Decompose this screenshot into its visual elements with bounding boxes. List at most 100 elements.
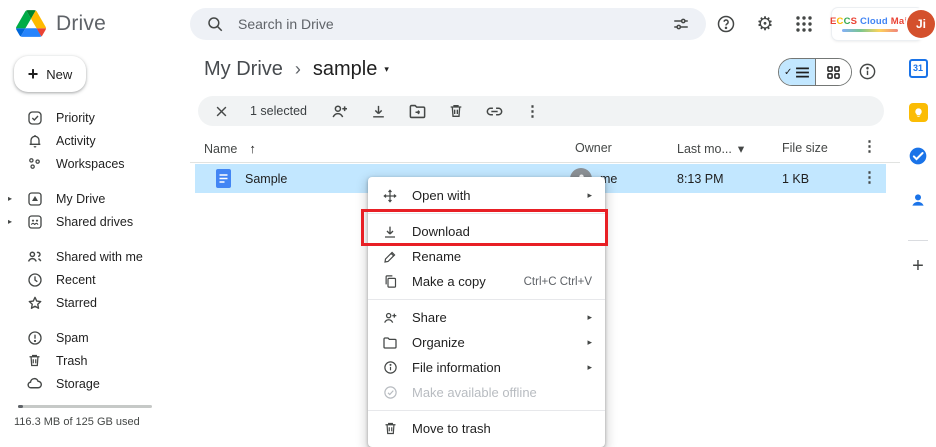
storage-progress-bar [18,405,152,408]
menu-item-move-to-trash[interactable]: Move to trash [368,416,605,441]
tasks-icon[interactable] [908,146,928,166]
move-to-folder-icon[interactable] [408,102,427,121]
expand-caret-icon[interactable]: ▸ [8,194,12,203]
more-actions-icon[interactable]: ⋮ [525,104,540,119]
menu-item-file-information[interactable]: File information ▸ [368,355,605,380]
share-person-add-icon[interactable] [330,102,349,121]
sidebar-item-recent[interactable]: Recent [0,268,190,291]
google-docs-file-icon [216,169,231,188]
settings-gear-icon[interactable]: ⚙ [754,13,776,35]
menu-item-make-available-offline: Make available offline [368,380,605,405]
my-drive-icon [26,191,43,207]
details-info-icon[interactable] [858,62,877,81]
view-toggle: ✓ [778,58,852,86]
menu-item-rename[interactable]: Rename [368,244,605,269]
menu-item-organize[interactable]: Organize ▸ [368,330,605,355]
sort-ascending-icon[interactable]: ↑ [249,141,256,156]
rail-divider [908,240,928,241]
file-name: Sample [245,172,287,186]
offline-check-icon [381,385,399,400]
get-add-ons-button[interactable]: + [912,255,924,278]
trash-icon [26,353,43,368]
submenu-arrow-icon: ▸ [587,190,592,201]
sidebar-item-storage[interactable]: Storage [0,372,190,395]
new-button[interactable]: + New [14,56,86,92]
sidebar-item-shared-drives[interactable]: ▸ Shared drives [0,210,190,233]
trash-icon[interactable] [448,103,464,119]
sidebar-item-shared-with-me[interactable]: Shared with me [0,245,190,268]
menu-divider [368,213,605,214]
last-modified-value: 8:13 PM [677,172,724,186]
app-title: Drive [56,12,106,36]
badge-tagline [842,29,898,32]
caret-down-icon: ▾ [738,141,744,156]
breadcrumb-chevron-icon: › [293,59,303,80]
account-avatar[interactable]: Ji [907,10,935,38]
share-person-add-icon [381,310,399,326]
column-header-name[interactable]: Name ↑ [204,141,256,156]
column-header-owner[interactable]: Owner [575,141,612,155]
menu-item-download[interactable]: Download [368,219,605,244]
calendar-icon[interactable]: 31 [908,58,928,78]
contacts-icon[interactable] [908,190,928,210]
menu-item-share[interactable]: Share ▸ [368,305,605,330]
side-panel-rail: 31 + [900,48,936,442]
selected-count-label: 1 selected [250,104,307,118]
column-header-file-size[interactable]: File size [782,141,828,155]
expand-caret-icon[interactable]: ▸ [8,217,12,226]
folder-icon [381,335,399,351]
file-size-value: 1 KB [782,172,809,186]
menu-item-make-a-copy[interactable]: Make a copy Ctrl+C Ctrl+V [368,269,605,294]
keep-icon[interactable] [908,102,928,122]
open-with-icon [381,188,399,204]
search-options-icon[interactable] [670,13,692,35]
column-settings-icon[interactable]: ⋮ [862,139,877,154]
sidebar-item-my-drive[interactable]: ▸ My Drive [0,187,190,210]
clear-selection-icon[interactable] [214,104,229,119]
download-icon[interactable] [370,103,387,120]
sidebar-item-workspaces[interactable]: Workspaces [0,152,190,175]
sidebar-item-activity[interactable]: Activity [0,129,190,152]
drive-logo-area[interactable]: Drive [16,10,106,37]
people-icon [26,248,43,265]
search-input[interactable]: Search in Drive [190,8,706,40]
sidebar-item-trash[interactable]: Trash [0,349,190,372]
clock-icon [26,272,43,288]
list-view-button[interactable]: ✓ [779,59,815,85]
sidebar-item-priority[interactable]: Priority [0,106,190,129]
menu-divider [368,299,605,300]
plus-icon: + [28,65,39,83]
breadcrumb-my-drive[interactable]: My Drive [204,58,283,81]
eccs-cloud-mail-badge[interactable]: ECCS Cloud Mail Ji [832,8,922,40]
breadcrumb-current-folder[interactable]: sample ▾ [313,58,389,81]
context-menu: Open with ▸ Download Rename Make a copy … [368,177,605,447]
sidebar-item-starred[interactable]: Starred [0,291,190,314]
cloud-icon [26,375,43,392]
copy-icon [381,274,399,289]
drive-logo-icon [16,10,46,37]
submenu-arrow-icon: ▸ [587,362,592,373]
help-icon[interactable] [715,13,737,35]
breadcrumb: My Drive › sample ▾ [204,58,389,81]
download-icon [381,224,399,240]
priority-icon [26,110,43,126]
rename-pencil-icon [381,249,399,264]
selection-toolbar: 1 selected ⋮ [198,96,884,126]
submenu-arrow-icon: ▸ [587,312,592,323]
workspaces-icon [26,156,43,171]
sidebar-item-spam[interactable]: Spam [0,326,190,349]
bell-icon [26,133,43,149]
file-list-header: Name ↑ Owner Last mo... ▾ File size ⋮ [190,138,900,163]
copy-link-icon[interactable] [485,102,504,121]
search-icon[interactable] [204,13,226,35]
grid-view-icon [827,66,840,79]
grid-view-button[interactable] [815,59,852,85]
row-more-actions-icon[interactable]: ⋮ [862,170,877,185]
apps-grid-icon[interactable] [793,13,815,35]
column-header-last-modified[interactable]: Last mo... ▾ [677,141,744,156]
submenu-arrow-icon: ▸ [587,337,592,348]
menu-item-open-with[interactable]: Open with ▸ [368,183,605,208]
sidebar: + New Priority Activity [0,48,190,442]
search-placeholder: Search in Drive [238,16,658,32]
info-icon [381,360,399,375]
